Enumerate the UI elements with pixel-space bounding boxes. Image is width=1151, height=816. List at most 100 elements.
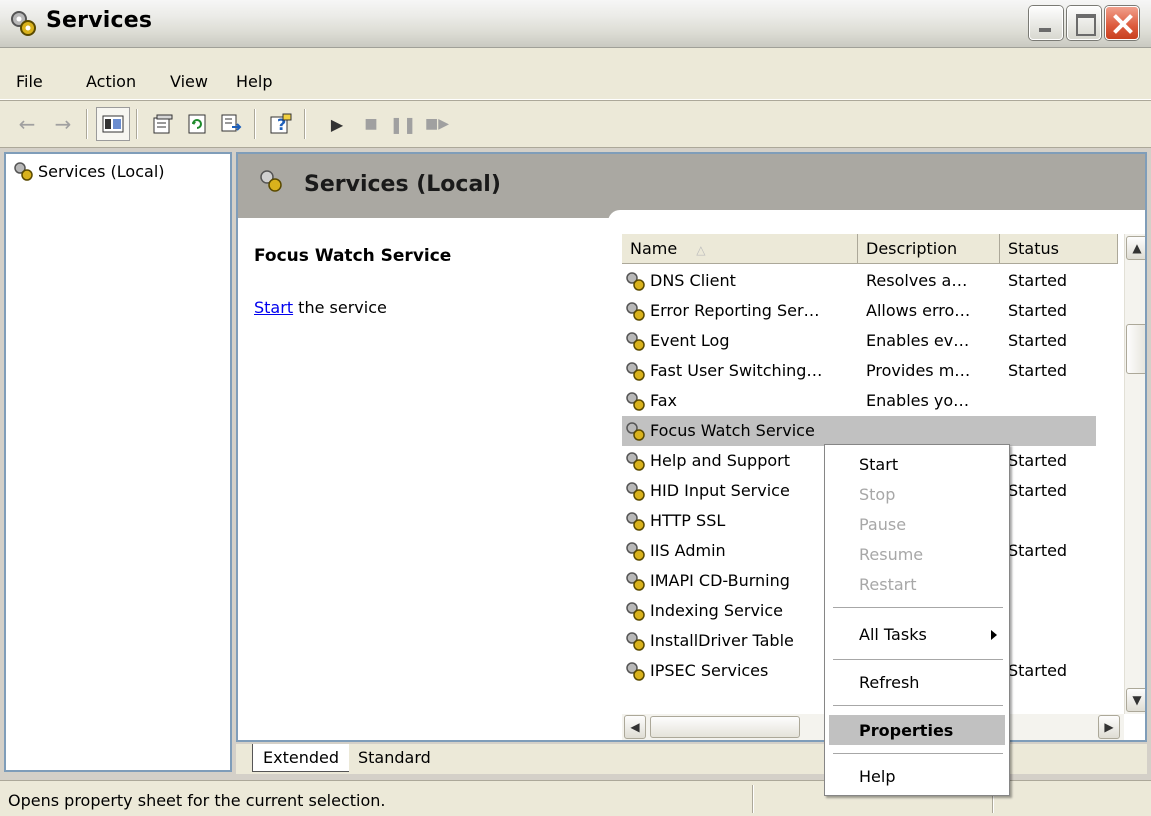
close-button[interactable] (1105, 6, 1139, 40)
tab-standard[interactable]: Standard (348, 744, 441, 772)
service-status: Started (1008, 661, 1068, 680)
context-menu-restart[interactable]: Restart (829, 569, 1005, 599)
column-header-name[interactable]: Name △ (622, 234, 858, 264)
toolbar-separator (86, 109, 88, 139)
toolbar-separator (304, 109, 306, 139)
header-band: Services (Local) (238, 154, 1145, 210)
title-bar: Services (0, 0, 1151, 48)
table-row[interactable]: DNS Client Resolves a… Started (622, 266, 1096, 296)
tab-extended[interactable]: Extended (252, 744, 349, 772)
context-menu-stop[interactable]: Stop (829, 479, 1005, 509)
forward-icon[interactable]: → (46, 107, 80, 141)
tree-item-label: Services (Local) (38, 161, 165, 181)
service-description: Allows erro… (866, 301, 971, 320)
export-list-icon[interactable] (214, 107, 248, 141)
start-service-suffix: the service (293, 298, 387, 317)
toolbar: ← → ? ▶ ■ ❚❚ ■▶ (0, 100, 1151, 148)
service-status: Started (1008, 331, 1068, 350)
service-gear-icon (626, 632, 645, 651)
service-gear-icon (626, 482, 645, 501)
table-row[interactable]: Event Log Enables ev… Started (622, 326, 1096, 356)
column-header-status[interactable]: Status (1000, 234, 1118, 264)
tree-item-services-local[interactable]: Services (Local) (12, 160, 165, 182)
service-status: Started (1008, 361, 1068, 380)
context-menu-all-tasks[interactable]: All Tasks (829, 619, 1005, 649)
service-gear-icon (626, 542, 645, 561)
table-row[interactable]: Error Reporting Ser… Allows erro… Started (622, 296, 1096, 326)
service-name: Error Reporting Ser… (650, 301, 820, 320)
restart-service-icon[interactable]: ■▶ (420, 107, 454, 141)
selected-service-title: Focus Watch Service (254, 246, 452, 266)
service-status: Started (1008, 451, 1068, 470)
console-tree: Services (Local) (4, 152, 232, 772)
column-header-name-label: Name (630, 239, 678, 258)
vertical-scroll-thumb[interactable] (1126, 324, 1145, 374)
details-pane: Services (Local) Focus Watch Service Sta… (236, 152, 1147, 742)
menu-file[interactable]: File (16, 72, 43, 91)
refresh-icon[interactable] (180, 107, 214, 141)
vertical-scrollbar[interactable]: ▲ ▼ (1124, 234, 1145, 714)
context-menu-properties[interactable]: Properties (829, 715, 1005, 745)
context-menu-refresh[interactable]: Refresh (829, 667, 1005, 697)
service-gear-icon (626, 422, 645, 441)
column-header-description-label: Description (866, 239, 958, 258)
menu-view[interactable]: View (170, 72, 208, 91)
view-tabs: Extended Standard (236, 744, 1147, 774)
scroll-down-icon[interactable]: ▼ (1126, 688, 1145, 712)
context-menu-start[interactable]: Start (829, 449, 1005, 479)
context-menu-separator (833, 659, 1003, 660)
table-row[interactable]: Fax Enables yo… (622, 386, 1096, 416)
service-name: Event Log (650, 331, 730, 350)
stop-service-icon[interactable]: ■ (354, 107, 388, 141)
help-icon[interactable]: ? (264, 107, 298, 141)
header-title: Services (Local) (304, 172, 501, 197)
scroll-right-icon[interactable]: ▶ (1098, 715, 1120, 739)
service-status: Started (1008, 271, 1068, 290)
sort-ascending-icon: △ (696, 243, 706, 257)
submenu-arrow-icon (991, 630, 997, 640)
start-service-link[interactable]: Start (254, 298, 293, 317)
status-separator (752, 785, 754, 813)
status-text: Opens property sheet for the current sel… (8, 791, 386, 810)
table-row[interactable]: Fast User Switching… Provides m… Started (622, 356, 1096, 386)
maximize-button[interactable] (1067, 6, 1101, 40)
horizontal-scroll-thumb[interactable] (650, 716, 800, 738)
toolbar-separator (136, 109, 138, 139)
table-row[interactable]: Focus Watch Service (622, 416, 1096, 446)
pause-service-icon[interactable]: ❚❚ (386, 107, 420, 141)
start-service-icon[interactable]: ▶ (320, 107, 354, 141)
menu-bar: File Action View Help (0, 48, 1151, 100)
service-gear-icon (626, 332, 645, 351)
column-header-status-label: Status (1008, 239, 1059, 258)
minimize-button[interactable] (1029, 6, 1063, 40)
context-menu-resume[interactable]: Resume (829, 539, 1005, 569)
menu-help[interactable]: Help (236, 72, 272, 91)
services-gear-icon (260, 170, 282, 192)
properties-icon[interactable] (146, 107, 180, 141)
service-status: Started (1008, 301, 1068, 320)
context-menu-separator (833, 607, 1003, 608)
service-status: Started (1008, 481, 1068, 500)
service-name: Fax (650, 391, 678, 410)
context-menu: Start Stop Pause Resume Restart All Task… (824, 444, 1010, 796)
context-menu-help[interactable]: Help (829, 761, 1005, 791)
scroll-left-icon[interactable]: ◀ (624, 715, 646, 739)
service-gear-icon (626, 302, 645, 321)
services-gear-icon (14, 162, 33, 181)
show-hide-tree-icon[interactable] (96, 107, 130, 141)
context-menu-separator (833, 753, 1003, 754)
service-name: Focus Watch Service (650, 421, 815, 440)
service-gear-icon (626, 572, 645, 591)
menu-action[interactable]: Action (86, 72, 136, 91)
back-icon[interactable]: ← (10, 107, 44, 141)
service-gear-icon (626, 392, 645, 411)
column-header-description[interactable]: Description (858, 234, 1000, 264)
scroll-up-icon[interactable]: ▲ (1126, 236, 1145, 260)
service-description: Enables yo… (866, 391, 970, 410)
service-gear-icon (626, 512, 645, 531)
service-description: Provides m… (866, 361, 971, 380)
toolbar-separator (254, 109, 256, 139)
context-menu-pause[interactable]: Pause (829, 509, 1005, 539)
service-description: Resolves a… (866, 271, 968, 290)
header-curve (608, 210, 1145, 222)
